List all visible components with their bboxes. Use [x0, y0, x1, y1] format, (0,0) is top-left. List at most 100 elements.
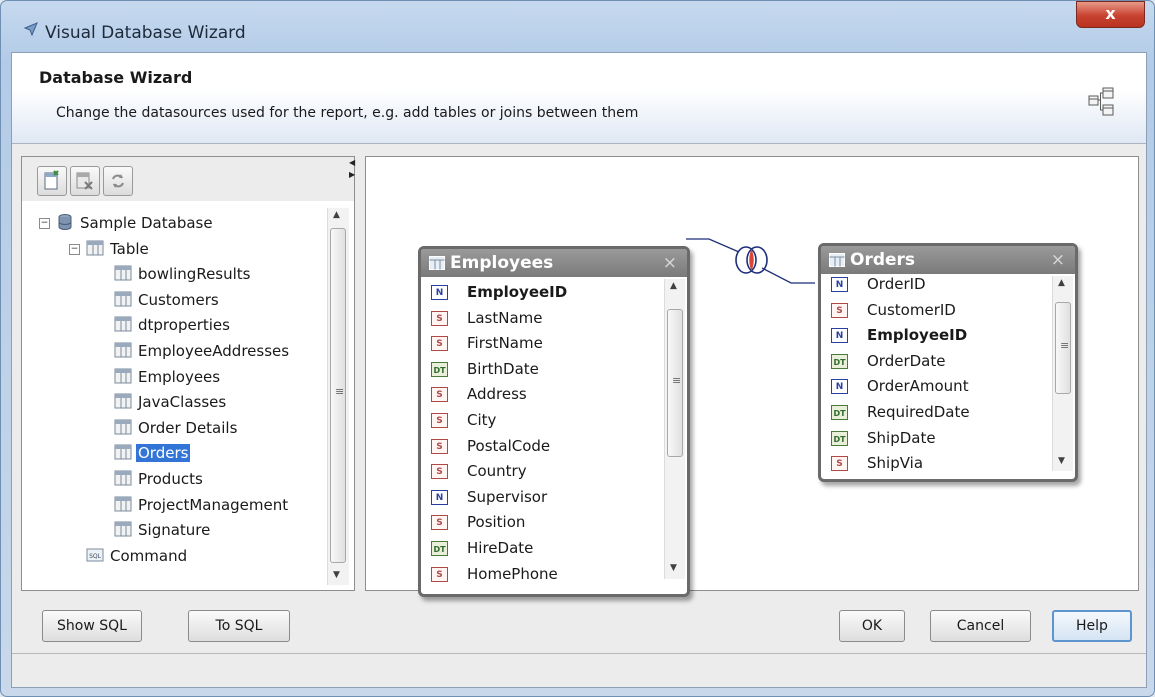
employees-field-row[interactable]: S Position [431, 510, 525, 535]
tree-item-label: Order Details [138, 419, 238, 437]
tree-item-table-entry[interactable]: Order Details [114, 417, 239, 439]
employees-field-row[interactable]: N Supervisor [431, 485, 547, 510]
orders-scroll-down[interactable]: ▼ [1058, 456, 1065, 466]
tree-item-sample-database[interactable]: Sample Database [56, 212, 215, 234]
employees-field-row[interactable]: S City [431, 408, 496, 433]
employees-fields-scrollbar[interactable]: ▲ ≡ ▼ [664, 279, 685, 579]
employees-field-row[interactable]: S PostalCode [431, 434, 550, 459]
collapse-table-toggle[interactable]: − [69, 244, 80, 255]
employees-table-header[interactable]: Employees × [421, 249, 687, 277]
tree-item-label: Command [110, 547, 188, 565]
splitter-right-arrow[interactable]: ▶ [349, 170, 355, 179]
orders-scroll-thumb[interactable]: ≡ [1055, 302, 1071, 394]
tree-item-label: Table [110, 240, 149, 258]
field-type-dt-icon: DT [831, 405, 848, 420]
add-table-icon [44, 170, 59, 190]
tree-item-label: Orders [136, 444, 191, 462]
table-icon [114, 521, 132, 537]
table-icon [429, 256, 445, 270]
tree-item-table-entry[interactable]: Orders [114, 442, 191, 464]
field-name: HireDate [467, 539, 534, 557]
field-name: Position [467, 513, 526, 531]
tree-item-table-entry[interactable]: EmployeeAddresses [114, 340, 291, 362]
tree-item-label: dtproperties [138, 316, 230, 334]
field-name: RequiredDate [867, 403, 970, 421]
tree-item-table-entry[interactable]: bowlingResults [114, 263, 253, 285]
field-type-s-icon: S [431, 336, 448, 351]
tree-toolbar [22, 157, 354, 201]
field-type-n-icon: N [831, 328, 848, 343]
tree-scrollbar[interactable]: ▲ ≡ ▼ [327, 208, 349, 585]
employees-field-row[interactable]: N EmployeeID [431, 280, 567, 305]
employees-field-row[interactable]: S Country [431, 459, 527, 484]
orders-scroll-up[interactable]: ▲ [1058, 278, 1065, 288]
refresh-button[interactable] [103, 166, 133, 196]
field-name: PostalCode [467, 437, 551, 455]
app-icon [23, 22, 38, 37]
join-canvas[interactable]: Employees × N EmployeeID S LastName S FirstNa… [365, 156, 1139, 597]
splitter-left-arrow[interactable]: ◀ [349, 158, 355, 167]
tree-scroll-thumb[interactable]: ≡ [330, 228, 346, 563]
table-icon [114, 342, 132, 358]
field-name: BirthDate [467, 360, 539, 378]
scroll-down-arrow[interactable]: ▼ [333, 570, 340, 580]
tree-item-table-entry[interactable]: Signature [114, 519, 212, 541]
employees-scroll-up[interactable]: ▲ [670, 281, 677, 291]
scroll-up-arrow[interactable]: ▲ [333, 210, 340, 220]
tree-item-table-entry[interactable]: Employees [114, 366, 222, 388]
tree-item-table-entry[interactable]: ProjectManagement [114, 494, 290, 516]
orders-field-row[interactable]: N OrderID [831, 272, 926, 297]
join-venn-icon[interactable] [735, 246, 768, 274]
table-icon [114, 470, 132, 486]
tree-item-table-entry[interactable]: dtproperties [114, 314, 232, 336]
orders-table-widget[interactable]: Orders × N OrderID S CustomerID N EmployeeID D… [818, 243, 1078, 482]
header-title: Database Wizard [39, 68, 193, 87]
collapse-root-toggle[interactable]: − [39, 218, 50, 229]
tree-item-table[interactable]: Table [86, 238, 151, 260]
tree-item-label: bowlingResults [138, 265, 251, 283]
employees-field-row[interactable]: DT HireDate [431, 536, 533, 561]
tree-item-table-entry[interactable]: Customers [114, 289, 221, 311]
employees-scroll-thumb[interactable]: ≡ [667, 309, 683, 457]
refresh-icon [112, 174, 124, 188]
employees-field-row[interactable]: S FirstName [431, 331, 543, 356]
orders-fields-scrollbar[interactable]: ▲ ≡ ▼ [1052, 276, 1073, 471]
orders-field-row[interactable]: DT RequiredDate [831, 400, 970, 425]
orders-table-close-icon[interactable]: × [1051, 246, 1065, 274]
orders-scroll-grip-icon: ≡ [1060, 339, 1070, 352]
tree-item-table-entry[interactable]: JavaClasses [114, 391, 228, 413]
add-table-button[interactable] [37, 166, 67, 196]
show-sql-button[interactable]: Show SQL [42, 610, 142, 642]
orders-field-row[interactable]: DT OrderDate [831, 349, 945, 374]
employees-field-row[interactable]: DT BirthDate [431, 357, 539, 382]
orders-field-row[interactable]: S CustomerID [831, 298, 956, 323]
tree-item-table-entry[interactable]: Products [114, 468, 205, 490]
close-button[interactable]: x [1076, 1, 1145, 28]
employees-field-row[interactable]: S HomePhone [431, 562, 558, 587]
field-type-s-icon: S [431, 311, 448, 326]
to-sql-button[interactable]: To SQL [188, 610, 290, 642]
orders-table-header[interactable]: Orders × [821, 246, 1075, 274]
cancel-button[interactable]: Cancel [930, 610, 1031, 642]
help-button[interactable]: Help [1052, 610, 1132, 642]
employees-field-row[interactable]: S Address [431, 382, 527, 407]
orders-field-row[interactable]: N EmployeeID [831, 323, 967, 348]
tree-item-command[interactable]: SQL Command [86, 545, 189, 567]
field-name: EmployeeID [867, 326, 968, 344]
table-icon [114, 496, 132, 512]
field-type-s-icon: S [431, 439, 448, 454]
orders-field-row[interactable]: S ShipVia [831, 451, 923, 476]
title-bar[interactable]: Visual Database Wizard x [1, 1, 1154, 43]
employees-table-widget[interactable]: Employees × N EmployeeID S LastName S FirstNa… [418, 246, 690, 597]
remove-table-button[interactable] [70, 166, 100, 196]
orders-field-row[interactable]: DT ShipDate [831, 426, 936, 451]
field-name: ShipDate [867, 429, 936, 447]
ok-button[interactable]: OK [839, 610, 905, 642]
datasource-tree[interactable]: − Sample Database − Table bowlingResults Cust… [22, 201, 324, 591]
table-icon [829, 253, 845, 267]
orders-field-row[interactable]: N OrderAmount [831, 374, 969, 399]
employees-table-close-icon[interactable]: × [663, 249, 677, 277]
employees-scroll-down[interactable]: ▼ [670, 563, 677, 573]
employees-field-row[interactable]: S LastName [431, 306, 543, 331]
panel-splitter[interactable]: ◀ ▶ [349, 156, 365, 591]
